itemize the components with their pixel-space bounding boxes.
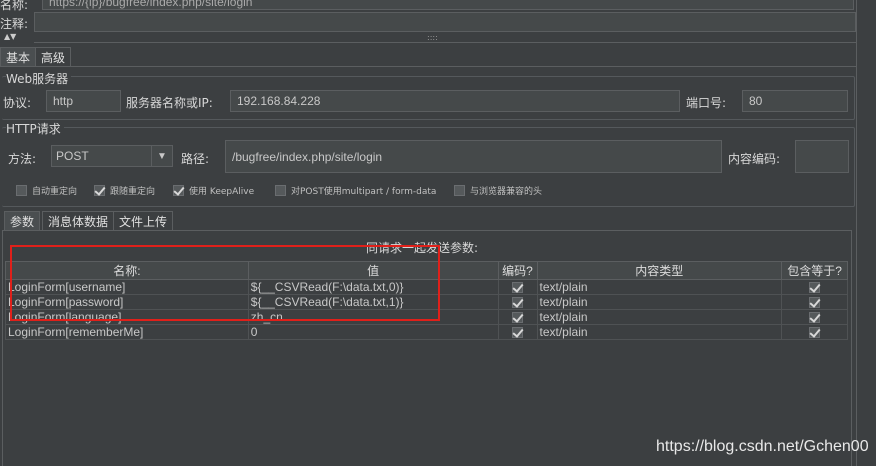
collapse-arrows-icon[interactable]: ▲▼ bbox=[4, 32, 16, 41]
main-tabs: 基本 高级 bbox=[0, 47, 100, 67]
checkbox[interactable] bbox=[16, 185, 27, 196]
server-label: 服务器名称或IP: bbox=[126, 96, 213, 110]
tab-file-upload[interactable]: 文件上传 bbox=[113, 211, 174, 231]
encoding-input[interactable] bbox=[795, 140, 849, 173]
option-label: 使用 KeepAlive bbox=[189, 187, 255, 197]
tab-parameters[interactable]: 参数 bbox=[4, 211, 41, 231]
checkbox-checked[interactable] bbox=[173, 185, 184, 196]
table-row[interactable]: LoginForm[rememberMe] 0 text/plain bbox=[5, 324, 848, 340]
option-label: 对POST使用multipart / form-data bbox=[291, 187, 437, 197]
option-follow-redirect[interactable]: 跟随重定向 bbox=[94, 184, 155, 197]
include-equals-cell[interactable] bbox=[781, 324, 848, 340]
name-field[interactable]: https://{ip}/bugfree/index.php/site/logi… bbox=[42, 0, 854, 10]
option-multipart[interactable]: 对POST使用multipart / form-data bbox=[275, 184, 436, 197]
http-request-title: HTTP请求 bbox=[6, 120, 64, 137]
tab-advanced[interactable]: 高级 bbox=[35, 47, 72, 67]
checkbox-checked[interactable] bbox=[512, 312, 524, 324]
include-equals-cell[interactable] bbox=[781, 309, 848, 325]
checkbox-checked[interactable] bbox=[809, 282, 821, 294]
name-label: 名称: bbox=[0, 0, 29, 12]
protocol-input[interactable]: http bbox=[46, 90, 121, 112]
watermark: https://blog.csdn.net/Gchen00 bbox=[656, 438, 869, 455]
param-content-type[interactable]: text/plain bbox=[536, 309, 783, 325]
column-header-content-type[interactable]: 内容类型 bbox=[536, 261, 783, 280]
checkbox-checked[interactable] bbox=[809, 312, 821, 324]
encode-cell[interactable] bbox=[497, 324, 538, 340]
main-panel-border bbox=[0, 66, 857, 67]
encode-cell[interactable] bbox=[497, 294, 538, 310]
checkbox[interactable] bbox=[454, 185, 465, 196]
method-label: 方法: bbox=[8, 152, 37, 166]
option-label: 跟随重定向 bbox=[110, 187, 156, 197]
path-label: 路径: bbox=[181, 152, 210, 166]
comment-label: 注释: bbox=[0, 17, 29, 31]
method-select[interactable]: POST ▼ bbox=[51, 145, 173, 167]
encode-cell[interactable] bbox=[497, 309, 538, 325]
port-input[interactable]: 80 bbox=[742, 90, 848, 112]
param-content-type[interactable]: text/plain bbox=[536, 279, 783, 295]
checkbox-checked[interactable] bbox=[512, 282, 524, 294]
column-header-encode[interactable]: 编码? bbox=[497, 261, 538, 280]
splitter-grip[interactable]: :::: bbox=[427, 33, 438, 42]
method-value: POST bbox=[56, 149, 89, 163]
tab-basic[interactable]: 基本 bbox=[0, 47, 37, 67]
checkbox-checked[interactable] bbox=[512, 297, 524, 309]
include-equals-cell[interactable] bbox=[781, 294, 848, 310]
comment-field[interactable] bbox=[34, 12, 856, 32]
checkbox-checked[interactable] bbox=[94, 185, 105, 196]
chevron-down-icon[interactable]: ▼ bbox=[151, 146, 172, 166]
right-scrollbar-track[interactable] bbox=[856, 0, 857, 466]
include-equals-cell[interactable] bbox=[781, 279, 848, 295]
checkbox[interactable] bbox=[275, 185, 286, 196]
param-content-type[interactable]: text/plain bbox=[536, 294, 783, 310]
param-content-type[interactable]: text/plain bbox=[536, 324, 783, 340]
column-header-include-equals[interactable]: 包含等于? bbox=[781, 261, 848, 280]
splitter-line bbox=[34, 42, 856, 43]
option-label: 与浏览器兼容的头 bbox=[470, 187, 543, 197]
option-auto-redirect[interactable]: 自动重定向 bbox=[16, 184, 77, 197]
option-browser-headers[interactable]: 与浏览器兼容的头 bbox=[454, 184, 542, 197]
web-server-title: Web服务器 bbox=[6, 70, 72, 87]
port-label: 端口号: bbox=[686, 96, 727, 110]
server-input[interactable]: 192.168.84.228 bbox=[230, 90, 680, 112]
protocol-label: 协议: bbox=[3, 96, 32, 110]
checkbox-checked[interactable] bbox=[809, 297, 821, 309]
option-keepalive[interactable]: 使用 KeepAlive bbox=[173, 184, 254, 197]
encode-cell[interactable] bbox=[497, 279, 538, 295]
highlight-box bbox=[10, 245, 440, 321]
checkbox-checked[interactable] bbox=[512, 327, 524, 339]
param-name[interactable]: LoginForm[rememberMe] bbox=[5, 324, 249, 340]
sub-tabs: 参数 消息体数据 文件上传 bbox=[4, 211, 184, 231]
encoding-label: 内容编码: bbox=[728, 152, 781, 166]
option-label: 自动重定向 bbox=[32, 187, 78, 197]
path-input[interactable]: /bugfree/index.php/site/login bbox=[225, 140, 722, 173]
checkbox-checked[interactable] bbox=[809, 327, 821, 339]
param-value[interactable]: 0 bbox=[247, 324, 499, 340]
tab-body-data[interactable]: 消息体数据 bbox=[42, 211, 115, 231]
